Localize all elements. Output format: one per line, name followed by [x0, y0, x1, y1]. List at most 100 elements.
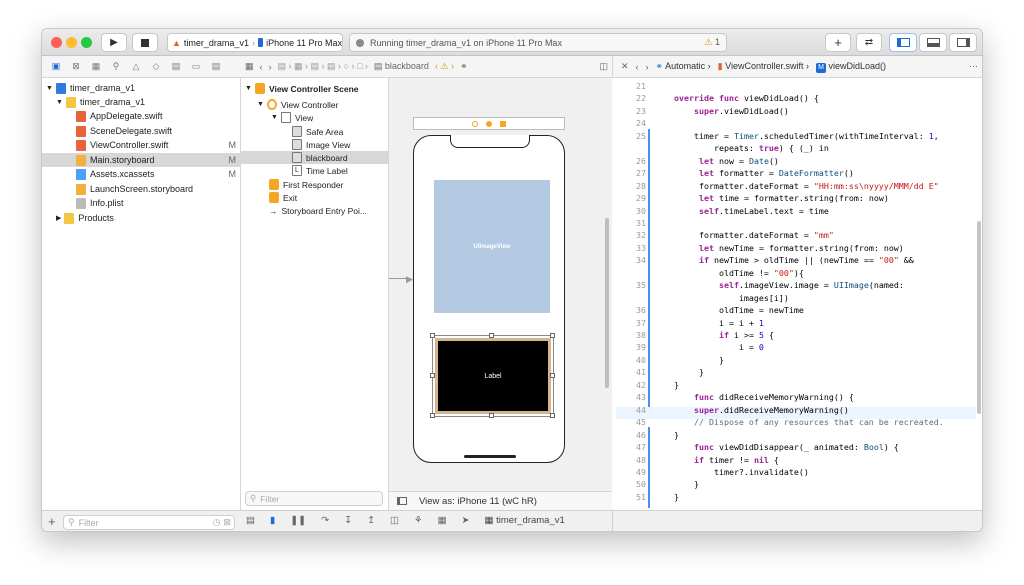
code-line[interactable]: if newTime > oldTime || (newTime == "00"…	[674, 255, 914, 265]
code-line[interactable]: let formatter = DateFormatter()	[674, 168, 854, 178]
code-line[interactable]: }	[674, 430, 679, 440]
code-line[interactable]: let newTime = formatter.string(from: now…	[674, 243, 904, 253]
outline-filter[interactable]: ⚲ Filter	[245, 491, 383, 506]
list-item[interactable]: Main.storyboard M	[42, 153, 241, 167]
code-line[interactable]: images[i])	[674, 293, 789, 303]
code-line[interactable]: repeats: true) { (_) in	[674, 143, 829, 153]
resize-handle[interactable]	[430, 333, 435, 338]
code-line[interactable]: timer?.invalidate()	[674, 467, 809, 477]
scm-filter-icon[interactable]: ⊠	[223, 517, 231, 528]
recent-icon[interactable]: ◷	[213, 517, 221, 528]
forward-icon[interactable]: ›	[646, 62, 649, 72]
navigator-filter[interactable]: ⚲ Filter ◷ ⊠	[63, 515, 235, 530]
debug-icon[interactable]: ▤	[166, 61, 186, 72]
outline-item[interactable]: ▼ View Controller	[241, 98, 389, 111]
code-line[interactable]: formatter.dateFormat = "mm"	[674, 230, 834, 240]
scene-dock[interactable]	[413, 117, 565, 130]
code-line[interactable]: timer = Timer.scheduledTimer(withTimeInt…	[674, 131, 939, 141]
add-editor-icon[interactable]: ◫	[599, 61, 608, 72]
step-in-icon[interactable]: ↧	[344, 515, 352, 526]
run-button[interactable]: ▶	[101, 33, 127, 52]
code-line[interactable]: func didReceiveMemoryWarning() {	[674, 392, 854, 402]
code-line[interactable]: super.didReceiveMemoryWarning()	[674, 405, 849, 415]
resize-handle[interactable]	[550, 373, 555, 378]
outline-item[interactable]: First Responder	[241, 178, 389, 191]
toggle-navigator-button[interactable]	[889, 33, 917, 52]
code-line[interactable]: // Dispose of any resources that can be …	[674, 417, 944, 427]
resize-handle[interactable]	[430, 413, 435, 418]
code-line[interactable]: formatter.dateFormat = "HH:mm:ss\nyyyy/M…	[674, 181, 939, 191]
list-item[interactable]: AppDelegate.swift	[42, 109, 241, 123]
code-line[interactable]: override func viewDidLoad() {	[674, 93, 819, 103]
code-line[interactable]: }	[674, 479, 699, 489]
file-crumb[interactable]: ▮ ViewController.swift ›	[718, 61, 809, 72]
outline-item[interactable]: ▼ View Controller Scene	[241, 82, 389, 95]
breadcrumb-blackboard[interactable]: ▤ blackboard	[374, 61, 429, 72]
code-line[interactable]: self.imageView.image = UIImage(named:	[674, 280, 904, 290]
back-icon[interactable]: ‹	[636, 62, 639, 72]
code-line[interactable]: let time = formatter.string(from: now)	[674, 193, 889, 203]
resize-handle[interactable]	[430, 373, 435, 378]
outline-item[interactable]: Image View	[241, 138, 389, 151]
scheme-selector[interactable]: ▲ timer_drama_v1 › iPhone 11 Pro Max	[167, 33, 343, 52]
code-line[interactable]: }	[674, 367, 704, 377]
library-button[interactable]: +	[825, 33, 851, 52]
sidebar-left-icon[interactable]	[397, 497, 407, 505]
code-line[interactable]: }	[674, 355, 724, 365]
more-icon[interactable]: ⋯	[969, 61, 978, 72]
outline-item[interactable]: Exit	[241, 191, 389, 204]
symbol-crumb[interactable]: M viewDidLoad()	[815, 61, 886, 73]
iphone-frame[interactable]: UIImageView Label	[413, 135, 565, 463]
code-line[interactable]: self.timeLabel.text = time	[674, 206, 829, 216]
code-line[interactable]: }	[674, 492, 679, 502]
warning-indicator[interactable]: ⚠ 1	[704, 37, 720, 48]
code-line[interactable]: if i >= 5 {	[674, 330, 774, 340]
related-items-icon[interactable]: ▦	[245, 61, 254, 72]
image-view[interactable]: UIImageView	[434, 180, 550, 313]
outline-item[interactable]: ▼ View	[241, 111, 389, 124]
step-over-icon[interactable]: ↷	[321, 515, 329, 526]
storyboard-canvas[interactable]: ▶ UIImageView Label View as: iPhone 11 (…	[389, 78, 612, 510]
code-line[interactable]: if timer != nil {	[674, 455, 779, 465]
view-as-label[interactable]: View as: iPhone 11 (wC hR)	[419, 496, 537, 507]
minimize-window-button[interactable]	[66, 37, 77, 48]
editor-scrollbar[interactable]	[977, 221, 981, 414]
environment-icon[interactable]: ▦	[438, 515, 447, 526]
pause-icon[interactable]: ❚❚	[290, 515, 306, 526]
list-item[interactable]: Assets.xcassets M	[42, 167, 241, 181]
code-review-button[interactable]: ⇄	[856, 33, 882, 52]
search-icon[interactable]: ⚲	[106, 61, 126, 72]
list-item[interactable]: LaunchScreen.storyboard	[42, 182, 241, 196]
toggle-inspector-button[interactable]	[949, 33, 977, 52]
resize-handle[interactable]	[550, 413, 555, 418]
view-hierarchy-icon[interactable]: ◫	[390, 515, 399, 526]
code-line[interactable]: oldTime = newTime	[674, 305, 804, 315]
canvas-scrollbar[interactable]	[605, 218, 609, 388]
outline-item[interactable]: blackboard	[241, 151, 389, 164]
code-line[interactable]: super.viewDidLoad()	[674, 106, 789, 116]
resize-handle[interactable]	[550, 333, 555, 338]
toggle-debug-button[interactable]	[919, 33, 947, 52]
breakpoint-icon[interactable]: ▭	[186, 61, 206, 72]
automatic-mode[interactable]: ⚭ Automatic ›	[656, 61, 711, 72]
stop-button[interactable]	[132, 33, 158, 52]
list-item[interactable]: ▼ timer_drama_v1	[42, 81, 241, 95]
list-item[interactable]: ViewController.swift M	[42, 138, 241, 152]
step-out-icon[interactable]: ↥	[367, 515, 375, 526]
report-icon[interactable]: ▤	[206, 61, 226, 72]
warning-icon[interactable]: △	[126, 61, 146, 72]
outline-item[interactable]: Safe Area	[241, 125, 389, 138]
breakpoints-icon[interactable]: ▮	[270, 515, 275, 526]
resize-handle[interactable]	[489, 333, 494, 338]
resize-handle[interactable]	[489, 413, 494, 418]
test-icon[interactable]: ◇	[146, 61, 166, 72]
location-icon[interactable]: ➤	[462, 515, 470, 526]
close-editor-icon[interactable]: ✕	[621, 61, 629, 72]
code-line[interactable]: let now = Date()	[674, 156, 779, 166]
symbol-icon[interactable]: ▦	[86, 61, 106, 72]
list-item[interactable]: ▼ timer_drama_v1	[42, 95, 241, 109]
list-item[interactable]: Info.plist	[42, 196, 241, 210]
code-line[interactable]: oldTime != "00"){	[674, 268, 804, 278]
warning-icon[interactable]: ‹ ⚠ ›	[435, 61, 454, 72]
folder-icon[interactable]: ▣	[46, 61, 66, 72]
